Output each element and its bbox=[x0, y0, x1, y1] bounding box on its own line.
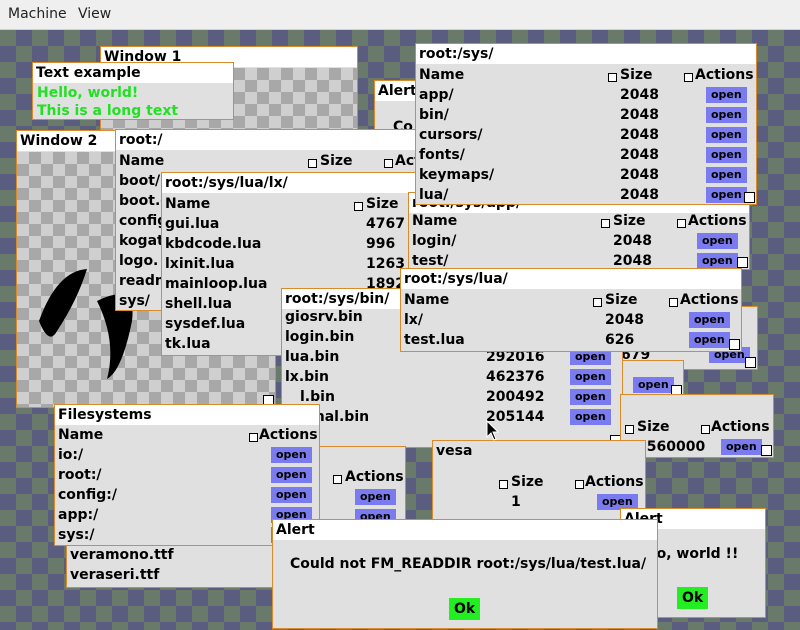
sort-box[interactable] bbox=[249, 433, 258, 442]
partial-header: Actions bbox=[319, 467, 405, 487]
table-row[interactable]: lx/2048 open bbox=[401, 310, 741, 330]
open-button[interactable]: open bbox=[271, 487, 312, 503]
open-button[interactable]: open bbox=[570, 369, 611, 385]
window-sys[interactable]: root:/sys/ Name Size Actions app/2048 ope… bbox=[415, 43, 757, 205]
text-example-line-2: This is a long text bbox=[37, 103, 179, 119]
table-row[interactable]: ninal.bin 205144 open bbox=[282, 407, 622, 427]
alert-main-message: Could not FM_READDIR root:/sys/lua/test.… bbox=[290, 556, 647, 572]
window-vesa-title[interactable]: vesa bbox=[433, 441, 645, 461]
table-row[interactable]: test.lua 626 open bbox=[401, 330, 741, 350]
vesa-header: Size Actions bbox=[433, 472, 645, 492]
sort-box[interactable] bbox=[308, 159, 317, 168]
table-row[interactable]: keymaps/2048 open bbox=[416, 165, 756, 185]
open-button[interactable]: open bbox=[706, 187, 747, 203]
alert-main[interactable]: Alert Could not FM_READDIR root:/sys/lua… bbox=[272, 519, 658, 629]
mouse-cursor-icon bbox=[486, 420, 500, 441]
open-button[interactable]: open bbox=[271, 447, 312, 463]
filesystems-header: Name Actions bbox=[58, 427, 318, 443]
sort-box[interactable] bbox=[354, 202, 363, 211]
table-row[interactable]: gui.lua 4767 bbox=[162, 214, 422, 234]
window-partial-small[interactable]: open bbox=[620, 360, 684, 398]
table-row[interactable]: 1 open bbox=[433, 492, 645, 512]
open-button[interactable]: open bbox=[633, 377, 674, 393]
col-size-header: Size bbox=[320, 153, 353, 169]
window-lua[interactable]: root:/sys/lua/ Name Size Actions lx/2048… bbox=[400, 268, 742, 352]
alert-main-title[interactable]: Alert bbox=[273, 520, 657, 540]
table-row[interactable]: login/ 2048 open bbox=[409, 231, 749, 251]
sort-box[interactable] bbox=[333, 475, 342, 484]
sort-box[interactable] bbox=[499, 480, 508, 489]
open-button[interactable]: open bbox=[706, 147, 747, 163]
table-row[interactable]: cursors/2048 open bbox=[416, 125, 756, 145]
partial-header: Size Actions bbox=[621, 417, 773, 437]
alert-right-message: llo, world !! bbox=[647, 546, 739, 562]
text-example-title[interactable]: Text example bbox=[33, 63, 233, 83]
open-button[interactable]: open bbox=[706, 107, 747, 123]
sort-box[interactable] bbox=[384, 159, 393, 168]
window-filesystems-title[interactable]: Filesystems bbox=[55, 405, 319, 425]
window-sys-title[interactable]: root:/sys/ bbox=[416, 44, 756, 64]
open-button[interactable]: open bbox=[706, 167, 747, 183]
table-row[interactable]: root:/open bbox=[55, 465, 319, 485]
sort-box[interactable] bbox=[593, 298, 602, 307]
open-button[interactable]: open bbox=[721, 439, 762, 455]
ok-button[interactable]: Ok bbox=[677, 587, 709, 609]
sort-box[interactable] bbox=[625, 425, 634, 434]
open-button[interactable]: open bbox=[697, 253, 738, 269]
open-button[interactable]: open bbox=[697, 233, 738, 249]
table-row[interactable]: fonts/2048 open bbox=[416, 145, 756, 165]
sys-header: Name Size Actions bbox=[419, 67, 754, 83]
table-row[interactable]: veramono.ttf bbox=[67, 545, 283, 565]
table-row[interactable]: io:/open bbox=[55, 445, 319, 465]
sort-box[interactable] bbox=[701, 425, 710, 434]
col-name-header: Name bbox=[119, 153, 165, 169]
window-lua-title[interactable]: root:/sys/lua/ bbox=[401, 269, 741, 289]
table-row[interactable]: lxinit.lua 1263 bbox=[162, 254, 422, 274]
text-example-window[interactable]: Text example Hello, world! This is a lon… bbox=[32, 62, 234, 120]
table-row[interactable]: open bbox=[319, 487, 405, 507]
table-row[interactable]: config:/open bbox=[55, 485, 319, 505]
open-button[interactable]: open bbox=[570, 409, 611, 425]
open-button[interactable]: open bbox=[706, 127, 747, 143]
window-root-title[interactable]: root:/ bbox=[116, 130, 416, 150]
open-button[interactable]: open bbox=[706, 87, 747, 103]
sort-box[interactable] bbox=[601, 219, 610, 228]
window-fonts-partial[interactable]: veramono.ttf veraseri.ttf bbox=[66, 542, 284, 588]
resize-handle[interactable] bbox=[729, 339, 740, 350]
open-button[interactable]: open bbox=[570, 389, 611, 405]
sort-box[interactable] bbox=[575, 480, 584, 489]
resize-handle[interactable] bbox=[745, 357, 756, 368]
open-button[interactable]: open bbox=[689, 312, 730, 328]
col-actions-header: Actions bbox=[395, 153, 416, 169]
root-header: Name Size Actions bbox=[116, 151, 416, 171]
menu-view[interactable]: View bbox=[78, 6, 111, 22]
text-example-line-1: Hello, world! bbox=[37, 85, 139, 101]
menu-machine[interactable]: Machine bbox=[8, 6, 67, 22]
open-button[interactable]: open bbox=[355, 489, 396, 505]
ok-button[interactable]: Ok bbox=[449, 598, 481, 620]
table-row[interactable]: lua/2048 open bbox=[416, 185, 756, 204]
window-lx-title[interactable]: root:/sys/lua/lx/ bbox=[162, 173, 422, 193]
table-row[interactable]: lx.bin 462376 open bbox=[282, 367, 622, 387]
app-header: Name Size Actions bbox=[412, 213, 747, 229]
open-button[interactable]: open bbox=[271, 467, 312, 483]
sort-box[interactable] bbox=[677, 219, 686, 228]
sort-box[interactable] bbox=[669, 298, 678, 307]
lx-header: Name Size bbox=[165, 196, 399, 212]
table-row[interactable]: app/2048 open bbox=[416, 85, 756, 105]
resize-handle[interactable] bbox=[744, 192, 755, 203]
table-row[interactable]: l.bin 200492 open bbox=[282, 387, 622, 407]
table-row[interactable]: veraseri.ttf bbox=[67, 565, 283, 585]
resize-handle[interactable] bbox=[737, 257, 748, 268]
table-row[interactable]: kbdcode.lua 996 bbox=[162, 234, 422, 254]
sort-box[interactable] bbox=[684, 73, 693, 82]
lua-header: Name Size Actions bbox=[404, 292, 739, 308]
open-button[interactable]: open bbox=[689, 332, 730, 348]
menubar: Machine View bbox=[0, 0, 800, 30]
sort-box[interactable] bbox=[608, 73, 617, 82]
resize-handle[interactable] bbox=[761, 445, 772, 456]
table-row[interactable]: bin/2048 open bbox=[416, 105, 756, 125]
